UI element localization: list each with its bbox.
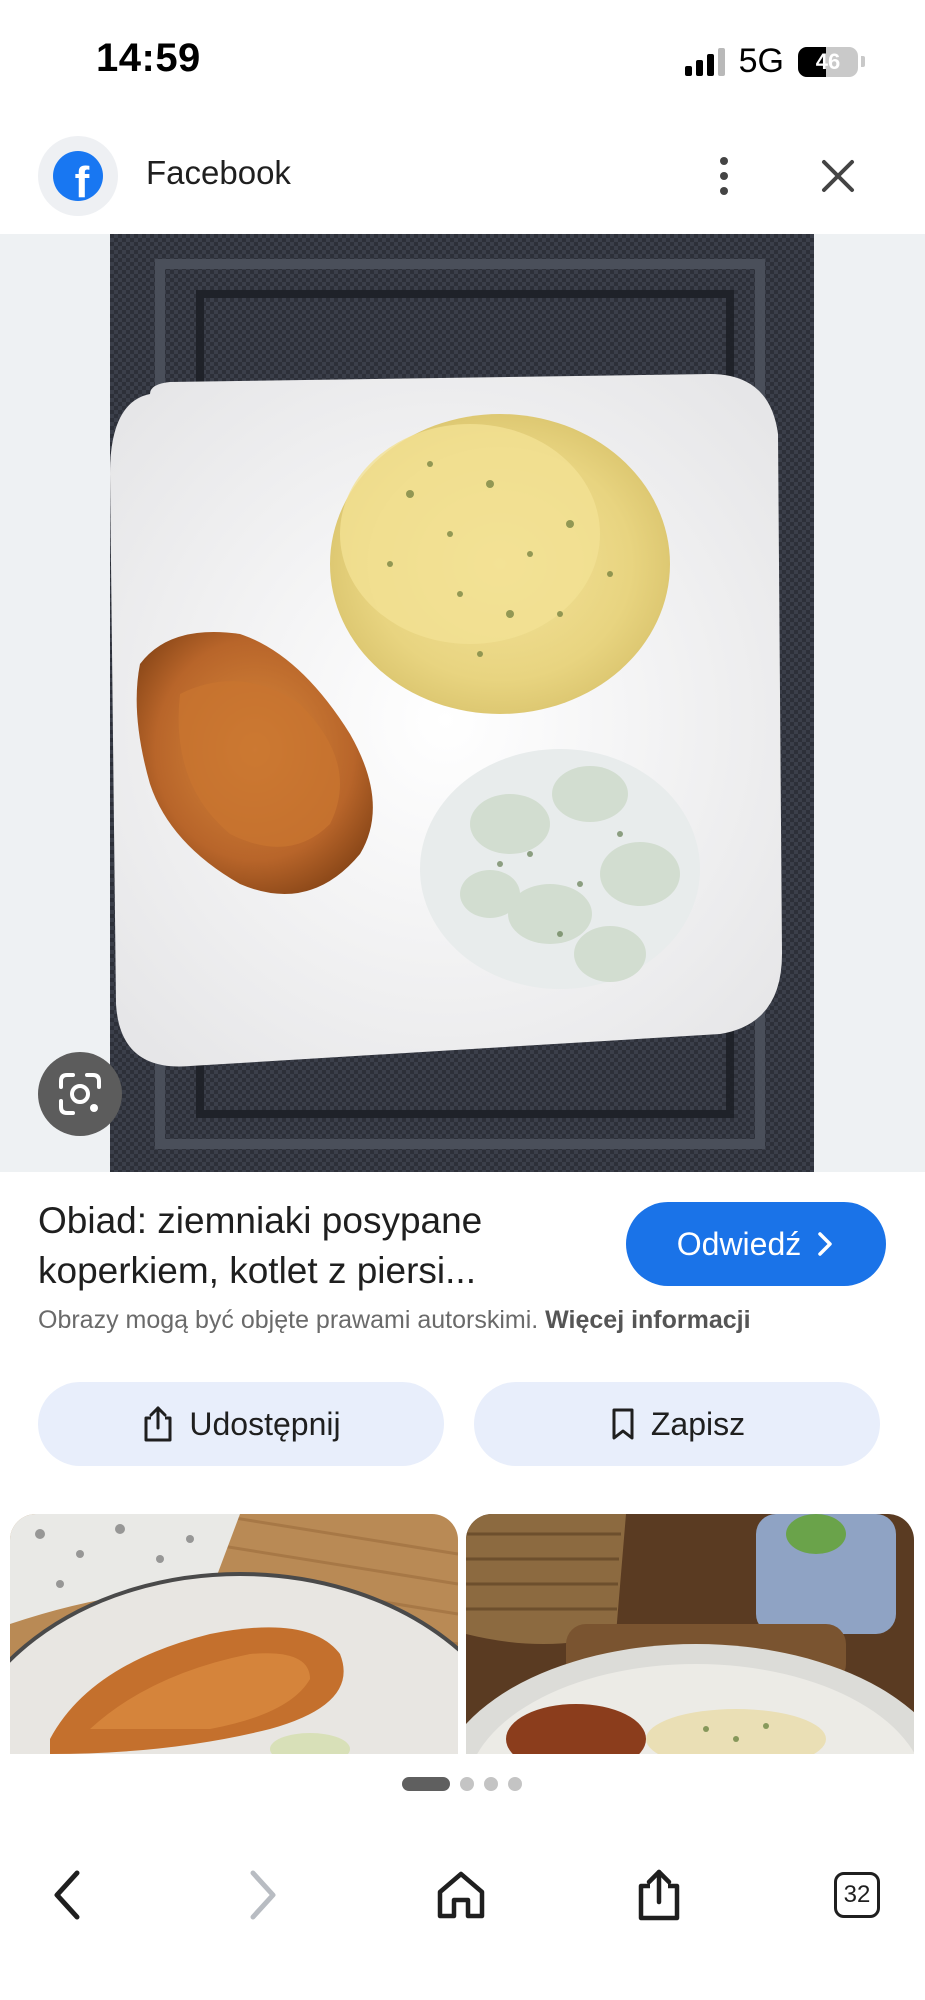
save-button-label: Zapisz [650, 1405, 746, 1442]
back-button[interactable] [32, 1860, 102, 1930]
page-dot-active [402, 1777, 450, 1791]
google-lens-button[interactable] [38, 1052, 122, 1136]
chevron-right-icon [818, 1232, 832, 1256]
share-icon [144, 1406, 172, 1442]
viewer-header: f Facebook [0, 128, 925, 234]
source-site-name[interactable]: Facebook [146, 154, 291, 192]
food-photo[interactable] [110, 234, 814, 1172]
forward-button[interactable] [228, 1860, 298, 1930]
result-title: Obiad: ziemniaki posypane koperkiem, kot… [38, 1200, 483, 1291]
share-button[interactable]: Udostępnij [38, 1382, 444, 1466]
related-image[interactable] [10, 1514, 458, 1754]
battery-icon: 46 [798, 46, 858, 77]
home-icon [437, 1871, 485, 1919]
back-arrow-icon [54, 1870, 80, 1920]
more-options-icon[interactable] [706, 146, 742, 206]
visit-button-label: Odwiedź [676, 1225, 802, 1262]
more-info-link[interactable]: Więcej informacji [545, 1306, 750, 1334]
page-dot [484, 1777, 498, 1791]
status-indicators: 5G 46 [684, 42, 865, 81]
battery-level: 46 [815, 48, 841, 74]
facebook-logo-icon: f [53, 151, 103, 201]
status-bar: 14:59 5G 46 [0, 0, 925, 120]
share-page-button[interactable] [624, 1860, 694, 1930]
copyright-text: Obrazy mogą być objęte prawami autorskim… [38, 1306, 539, 1334]
battery-nub [861, 56, 865, 67]
bookmark-icon [612, 1408, 634, 1440]
tabs-button[interactable]: 32 [822, 1860, 892, 1930]
source-logo[interactable]: f [38, 136, 118, 216]
related-image[interactable] [466, 1514, 914, 1754]
bottom-toolbar: 32 [0, 1820, 925, 2000]
tabs-count: 32 [834, 1872, 880, 1918]
signal-icon [684, 47, 725, 76]
page-dot [508, 1777, 522, 1791]
image-viewer[interactable] [0, 234, 925, 1172]
google-lens-icon [59, 1073, 101, 1115]
status-time: 14:59 [96, 36, 201, 80]
copyright-notice: Obrazy mogą być objęte prawami autorskim… [38, 1306, 751, 1335]
share-icon [638, 1869, 680, 1921]
close-icon[interactable] [810, 148, 866, 204]
forward-arrow-icon [250, 1870, 276, 1920]
page-dot [460, 1777, 474, 1791]
visit-button[interactable]: Odwiedź [626, 1202, 886, 1286]
home-button[interactable] [426, 1860, 496, 1930]
save-button[interactable]: Zapisz [474, 1382, 880, 1466]
network-label: 5G [738, 42, 784, 80]
share-button-label: Udostępnij [189, 1405, 341, 1442]
page-indicator [402, 1777, 522, 1791]
